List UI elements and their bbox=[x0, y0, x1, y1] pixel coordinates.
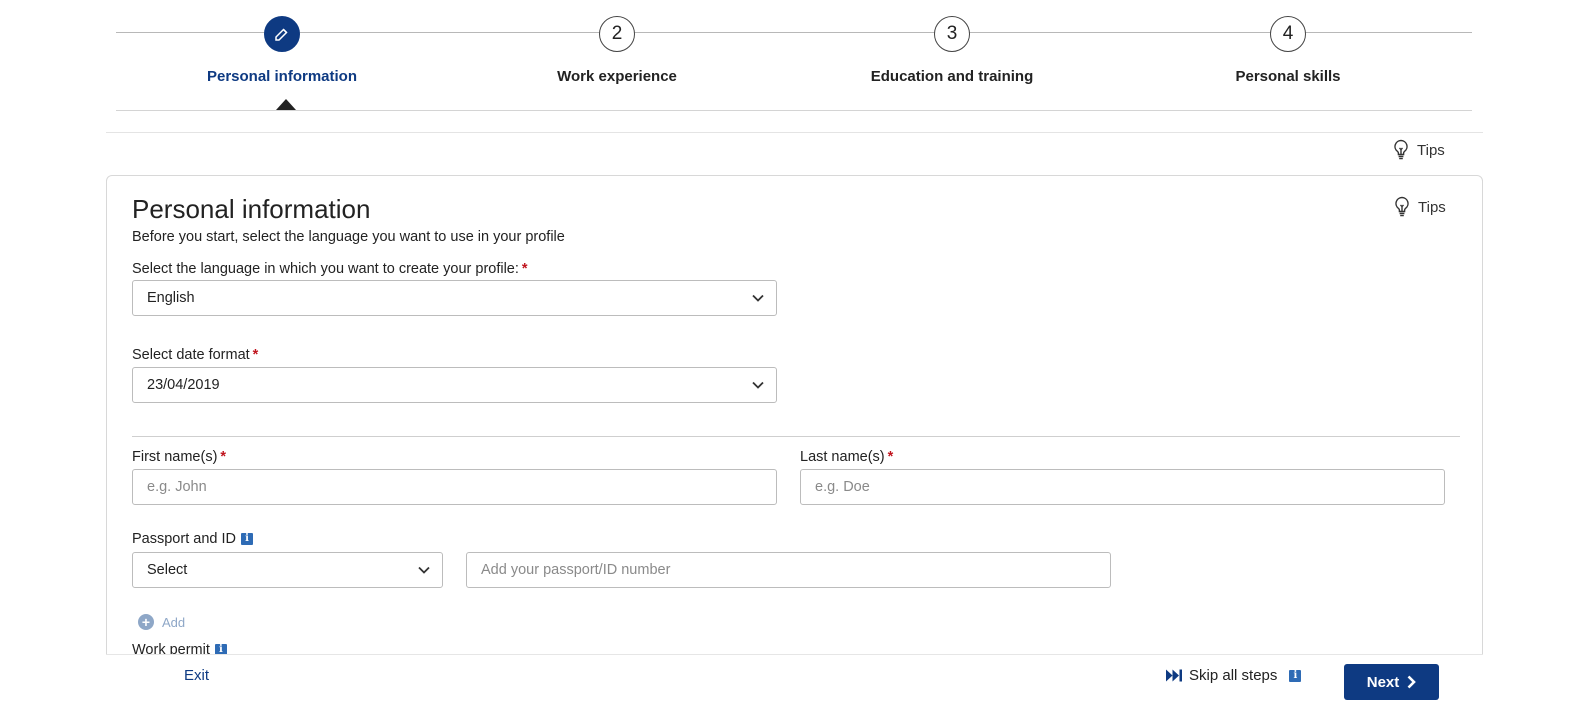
date-format-label: Select date format * bbox=[132, 347, 258, 363]
chevron-down-icon bbox=[752, 381, 764, 389]
lightbulb-icon bbox=[1395, 196, 1409, 217]
personal-information-card: Personal information Before you start, s… bbox=[106, 175, 1483, 704]
tips-label: Tips bbox=[1417, 141, 1445, 159]
info-icon[interactable]: i bbox=[240, 533, 253, 545]
chevron-down-icon bbox=[752, 294, 764, 302]
date-format-select[interactable]: 23/04/2019 bbox=[132, 367, 777, 403]
language-label: Select the language in which you want to… bbox=[132, 261, 528, 277]
step-2-label: Work experience bbox=[557, 68, 677, 85]
exit-link[interactable]: Exit bbox=[184, 667, 209, 684]
chevron-right-icon bbox=[1407, 675, 1417, 689]
passport-type-value: Select bbox=[147, 562, 188, 578]
language-select[interactable]: English bbox=[132, 280, 777, 316]
tips-button-top[interactable]: Tips bbox=[1392, 139, 1445, 161]
add-label: Add bbox=[162, 614, 186, 630]
step-4-label: Personal skills bbox=[1235, 68, 1341, 85]
step-2-circle: 2 bbox=[599, 16, 635, 52]
active-step-indicator bbox=[276, 99, 296, 110]
date-format-select-value: 23/04/2019 bbox=[147, 377, 220, 393]
required-marker: * bbox=[252, 347, 259, 363]
step-3-circle: 3 bbox=[934, 16, 970, 52]
step-personal-information[interactable]: Personal information bbox=[152, 16, 412, 85]
passport-label-text: Passport and ID bbox=[132, 531, 236, 547]
footer-bar: Exit Skip all steps i Next bbox=[106, 654, 1483, 704]
lightbulb-icon bbox=[1394, 139, 1408, 160]
next-label: Next bbox=[1366, 673, 1400, 691]
language-select-value: English bbox=[147, 290, 195, 306]
first-name-label-text: First name(s) bbox=[132, 449, 218, 465]
date-format-label-text: Select date format bbox=[132, 347, 250, 363]
plus-circle-icon: + bbox=[138, 614, 154, 630]
tips-button-card[interactable]: Tips bbox=[1393, 196, 1446, 218]
add-passport-button[interactable]: + Add bbox=[138, 614, 185, 630]
tips-label: Tips bbox=[1418, 198, 1446, 216]
last-name-input[interactable] bbox=[800, 469, 1445, 505]
passport-number-input[interactable] bbox=[466, 552, 1111, 588]
card-title: Personal information bbox=[132, 194, 371, 224]
card-subtitle: Before you start, select the language yo… bbox=[132, 229, 565, 245]
first-name-input[interactable] bbox=[132, 469, 777, 505]
section-divider bbox=[132, 436, 1460, 437]
step-3-label: Education and training bbox=[870, 68, 1034, 85]
chevron-down-icon bbox=[418, 566, 430, 574]
skip-all-steps-button[interactable]: Skip all steps i bbox=[1166, 667, 1302, 684]
language-label-text: Select the language in which you want to… bbox=[132, 261, 519, 277]
progress-stepper: Personal information 2 Work experience 3… bbox=[116, 0, 1472, 111]
step-work-experience[interactable]: 2 Work experience bbox=[487, 16, 747, 85]
step-4-circle: 4 bbox=[1270, 16, 1306, 52]
required-marker: * bbox=[521, 261, 528, 277]
required-marker: * bbox=[220, 449, 227, 465]
step-1-label: Personal information bbox=[206, 68, 358, 85]
first-name-label: First name(s) * bbox=[132, 449, 226, 465]
passport-type-select[interactable]: Select bbox=[132, 552, 443, 588]
next-button[interactable]: Next bbox=[1344, 664, 1439, 700]
skip-label: Skip all steps bbox=[1189, 667, 1278, 684]
passport-label: Passport and ID i bbox=[132, 531, 253, 547]
info-icon[interactable]: i bbox=[1289, 669, 1302, 682]
skip-forward-icon bbox=[1166, 669, 1182, 682]
header-divider bbox=[106, 132, 1483, 133]
step-education-and-training[interactable]: 3 Education and training bbox=[822, 16, 1082, 85]
edit-icon bbox=[275, 28, 288, 41]
last-name-label-text: Last name(s) bbox=[800, 449, 885, 465]
required-marker: * bbox=[887, 449, 894, 465]
last-name-label: Last name(s) * bbox=[800, 449, 893, 465]
step-1-circle bbox=[264, 16, 300, 52]
step-personal-skills[interactable]: 4 Personal skills bbox=[1158, 16, 1418, 85]
